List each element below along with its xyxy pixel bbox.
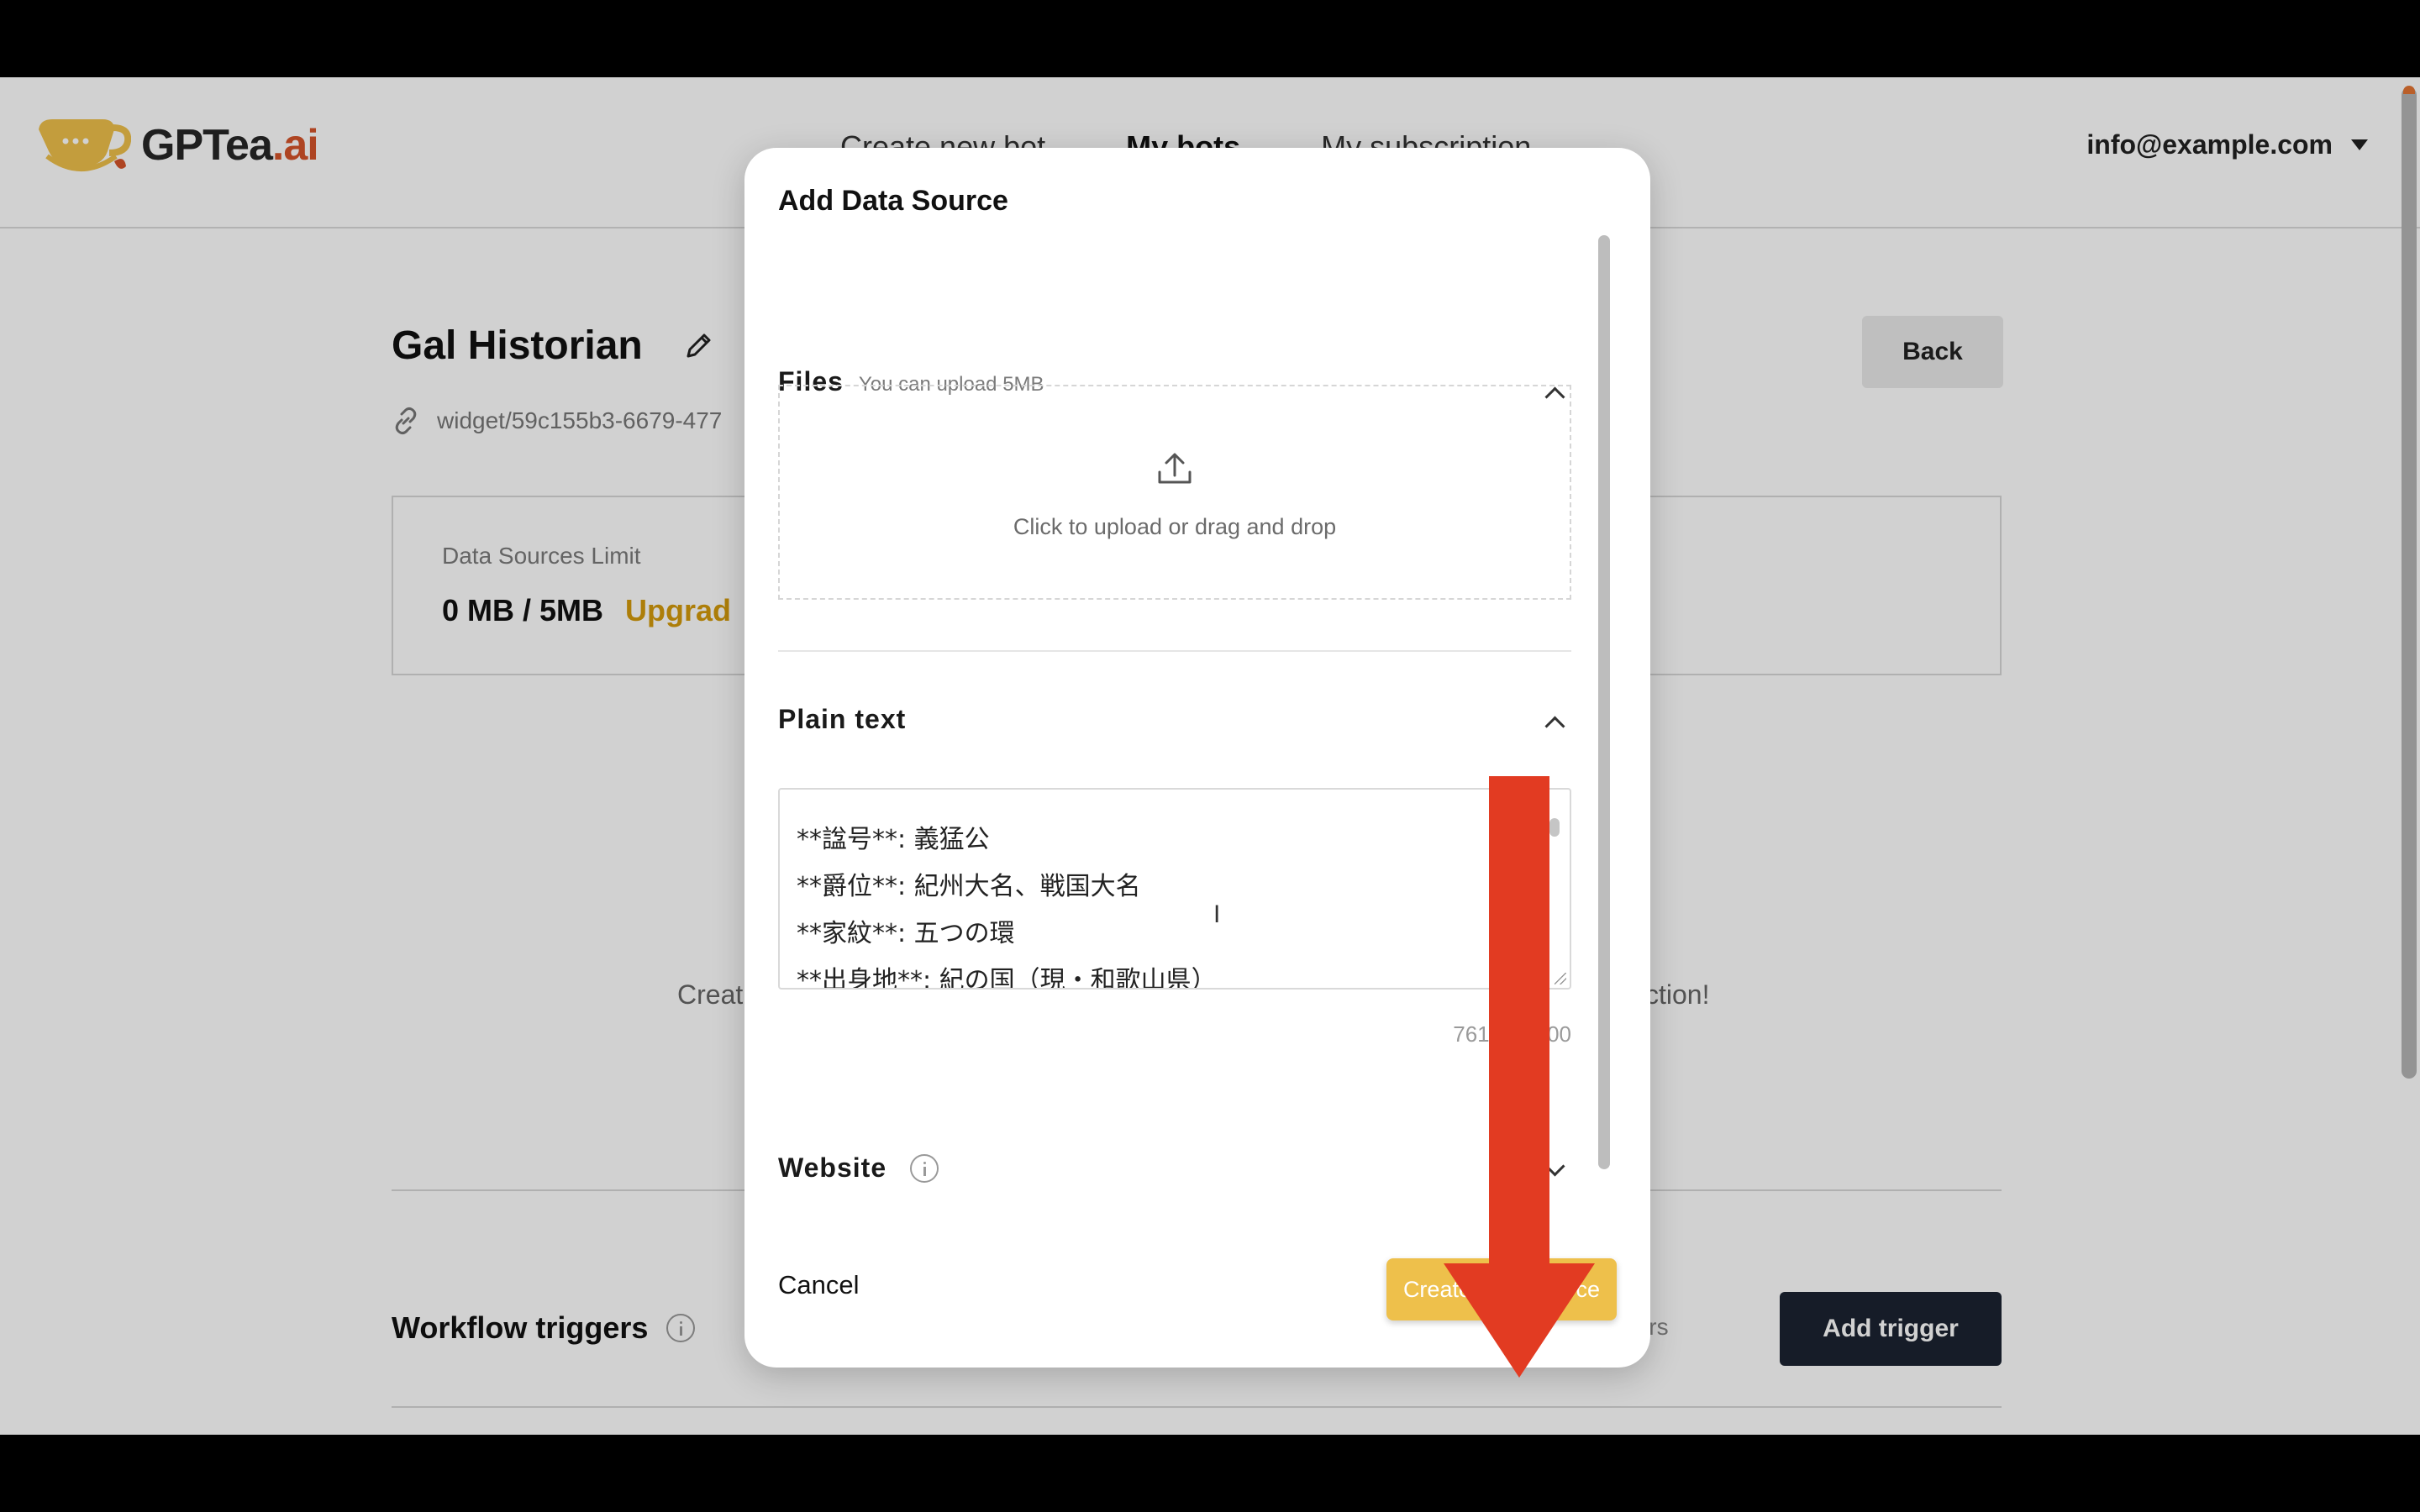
red-arrow-annotation-icon bbox=[1444, 776, 1595, 1378]
upload-instructions: Click to upload or drag and drop bbox=[1013, 514, 1337, 539]
chevron-up-icon[interactable] bbox=[1544, 716, 1565, 737]
app-window: GPTea.ai Create new bot My bots My subsc… bbox=[0, 77, 2420, 1435]
website-section-title: Website bbox=[778, 1152, 887, 1183]
textarea-line: **諡号**: 義猛公 bbox=[797, 825, 990, 854]
plain-text-section-title: Plain text bbox=[778, 704, 907, 734]
textarea-line: **家紋**: 五つの環 bbox=[797, 919, 1015, 948]
textarea-line: **爵位**: 紀州大名、戦国大名 bbox=[797, 872, 1141, 901]
website-section-header[interactable]: Website bbox=[778, 1152, 939, 1184]
modal-title: Add Data Source bbox=[778, 185, 1008, 217]
cancel-button[interactable]: Cancel bbox=[778, 1270, 860, 1300]
info-icon[interactable] bbox=[910, 1153, 939, 1183]
upload-icon bbox=[1158, 453, 1192, 484]
file-dropzone[interactable]: Click to upload or drag and drop bbox=[778, 385, 1571, 600]
modal-scrollbar[interactable] bbox=[1598, 235, 1610, 1169]
textarea-line: **出身地**: 紀の国（現・和歌山県） bbox=[797, 966, 1217, 990]
text-cursor-icon: I bbox=[1213, 900, 1221, 928]
section-separator bbox=[778, 650, 1571, 652]
plain-text-section-header[interactable]: Plain text bbox=[778, 704, 906, 735]
